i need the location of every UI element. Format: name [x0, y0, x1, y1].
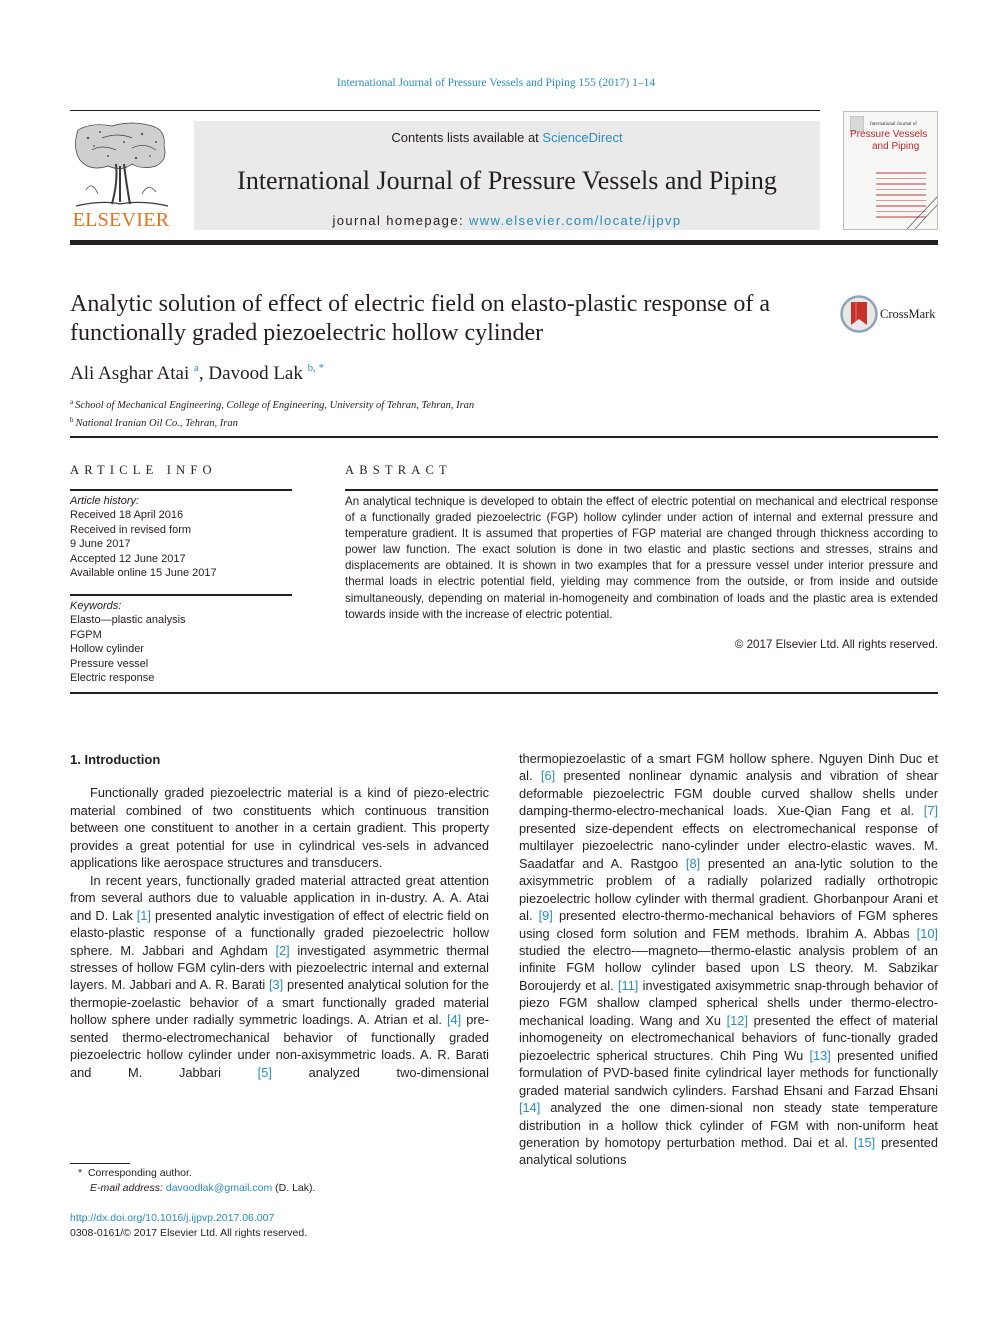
affiliation-item: a School of Mechanical Engineering, Colle…	[70, 395, 474, 413]
journal-homepage-link[interactable]: www.elsevier.com/locate/ijpvp	[469, 213, 682, 228]
paragraph-text: analyzed two-dimensional	[271, 1064, 489, 1080]
article-history: Article history: Received 18 April 2016 …	[70, 494, 292, 580]
citation-link[interactable]: [2]	[275, 943, 289, 958]
citation-link[interactable]: [12]	[727, 1013, 748, 1028]
citation-link[interactable]: [1]	[137, 908, 151, 923]
crossmark-label: CrossMark	[880, 307, 936, 321]
citation-link[interactable]: [15]	[854, 1135, 875, 1150]
sciencedirect-link[interactable]: ScienceDirect	[542, 130, 622, 145]
author-name[interactable]: Davood Lak	[208, 363, 302, 384]
article-info-rule	[70, 489, 292, 491]
citation-link[interactable]: [8]	[686, 856, 700, 871]
history-label: Article history:	[70, 495, 140, 507]
affiliation-text: School of Mechanical Engineering, Colleg…	[75, 400, 475, 411]
footnote-email-line: E-mail address: davoodlak@gmail.com (D. …	[78, 1181, 315, 1196]
author-name[interactable]: Ali Asghar Atai	[70, 363, 189, 384]
footnote-marker: *	[78, 1167, 83, 1179]
paragraph-text: Functionally graded piezoelectric materi…	[70, 785, 489, 871]
keywords-label: Keywords:	[70, 600, 122, 612]
citation-link[interactable]: [14]	[519, 1100, 540, 1115]
body-right-column: thermopiezoelastic of a smart FGM hollow…	[519, 750, 938, 1169]
citation-link[interactable]: [13]	[810, 1048, 831, 1063]
email-label: E-mail address:	[90, 1182, 163, 1194]
header-divider	[70, 436, 938, 438]
publisher-wordmark: ELSEVIER	[72, 209, 170, 231]
journal-cover-thumbnail[interactable]: International Journal of Pressure Vessel…	[843, 111, 938, 230]
email-link[interactable]: davoodlak@gmail.com	[166, 1182, 272, 1194]
history-item: Available online 15 June 2017	[70, 567, 217, 580]
affiliations: a School of Mechanical Engineering, Colle…	[70, 395, 474, 431]
homepage-prefix: journal homepage:	[332, 213, 469, 228]
citation-link[interactable]: [11]	[618, 978, 638, 993]
crossmark-button[interactable]: CrossMark	[840, 295, 940, 335]
history-item: Received 18 April 2016	[70, 509, 184, 522]
keyword-item: Pressure vessel	[70, 657, 149, 670]
body-paragraph: Functionally graded piezoelectric materi…	[70, 784, 489, 871]
front-matter-divider	[70, 692, 938, 694]
affiliation-marker: b	[70, 416, 74, 424]
crossmark-icon	[840, 295, 878, 333]
masthead-bottom-rule	[70, 240, 938, 245]
body-paragraph: thermopiezoelastic of a smart FGM hollow…	[519, 750, 938, 1169]
masthead-top-rule	[70, 110, 820, 111]
author-affiliation-marker[interactable]: b, *	[308, 362, 325, 374]
doi-link[interactable]: http://dx.doi.org/10.1016/j.ijpvp.2017.0…	[70, 1211, 307, 1226]
corresponding-author-footnote: * Corresponding author. E-mail address: …	[78, 1166, 315, 1196]
citation-link[interactable]: [3]	[269, 977, 283, 992]
elsevier-logo[interactable]: ELSEVIER	[70, 120, 172, 232]
citation-link[interactable]: [6]	[541, 768, 555, 783]
paragraph-text: presented nonlinear dynamic analysis and…	[519, 768, 938, 819]
contents-line: Contents lists available at ScienceDirec…	[194, 130, 820, 145]
masthead-banner: Contents lists available at ScienceDirec…	[194, 121, 820, 230]
history-item: Received in revised form	[70, 523, 192, 536]
article-info-heading: ARTICLE INFO	[70, 463, 217, 477]
footnote-corresponding: * Corresponding author.	[78, 1166, 315, 1181]
keywords: Keywords: Elasto—plastic analysis FGPM H…	[70, 599, 292, 685]
issn-copyright: 0308-0161/© 2017 Elsevier Ltd. All right…	[70, 1227, 308, 1239]
elsevier-tree-icon	[75, 122, 169, 207]
abstract-rule	[345, 489, 938, 491]
article-title: Analytic solution of effect of electric …	[70, 291, 770, 346]
citation-link[interactable]: [9]	[539, 908, 553, 923]
keyword-item: Electric response	[70, 672, 155, 685]
section-heading: 1. Introduction	[70, 752, 161, 767]
contents-prefix: Contents lists available at	[391, 130, 543, 145]
journal-masthead: ELSEVIER Contents lists available at Sci…	[70, 110, 938, 245]
paragraph-text: presented electro-thermo-mechanical beha…	[519, 908, 938, 941]
keyword-item: Elasto—plastic analysis	[70, 614, 186, 627]
citation-link[interactable]: [10]	[917, 926, 938, 941]
affiliation-item: b National Iranian Oil Co., Tehran, Iran	[70, 413, 474, 431]
keyword-item: FGPM	[70, 628, 102, 641]
affiliation-text: National Iranian Oil Co., Tehran, Iran	[75, 418, 238, 429]
email-suffix: (D. Lak).	[272, 1182, 316, 1194]
doi-block: http://dx.doi.org/10.1016/j.ijpvp.2017.0…	[70, 1211, 307, 1241]
keywords-rule	[70, 594, 292, 596]
history-item: Accepted 12 June 2017	[70, 552, 186, 565]
citation-link[interactable]: [4]	[447, 1012, 461, 1027]
author-separator: ,	[198, 363, 209, 384]
footnote-rule	[70, 1163, 130, 1164]
history-item: 9 June 2017	[70, 538, 131, 551]
affiliation-marker: a	[70, 398, 74, 406]
citation-link[interactable]: [5]	[258, 1065, 272, 1080]
cover-diagonal-decoration	[906, 196, 937, 229]
body-paragraph: In recent years, functionally graded mat…	[70, 872, 489, 1081]
running-head-citation[interactable]: International Journal of Pressure Vessel…	[0, 77, 992, 89]
abstract-copyright: © 2017 Elsevier Ltd. All rights reserved…	[734, 638, 938, 651]
abstract-heading: ABSTRACT	[345, 463, 452, 477]
journal-title: International Journal of Pressure Vessel…	[237, 166, 777, 195]
citation-link[interactable]: [7]	[924, 803, 938, 818]
abstract-text: An analytical technique is developed to …	[345, 495, 938, 621]
keyword-item: Hollow cylinder	[70, 643, 144, 656]
body-left-column: 1. Introduction Functionally graded piez…	[70, 751, 489, 1081]
author-list: Ali Asghar Atai a, Davood Lak b, *	[70, 362, 324, 385]
footnote-corresponding-text: Corresponding author.	[87, 1167, 192, 1179]
homepage-line: journal homepage: www.elsevier.com/locat…	[194, 213, 820, 228]
